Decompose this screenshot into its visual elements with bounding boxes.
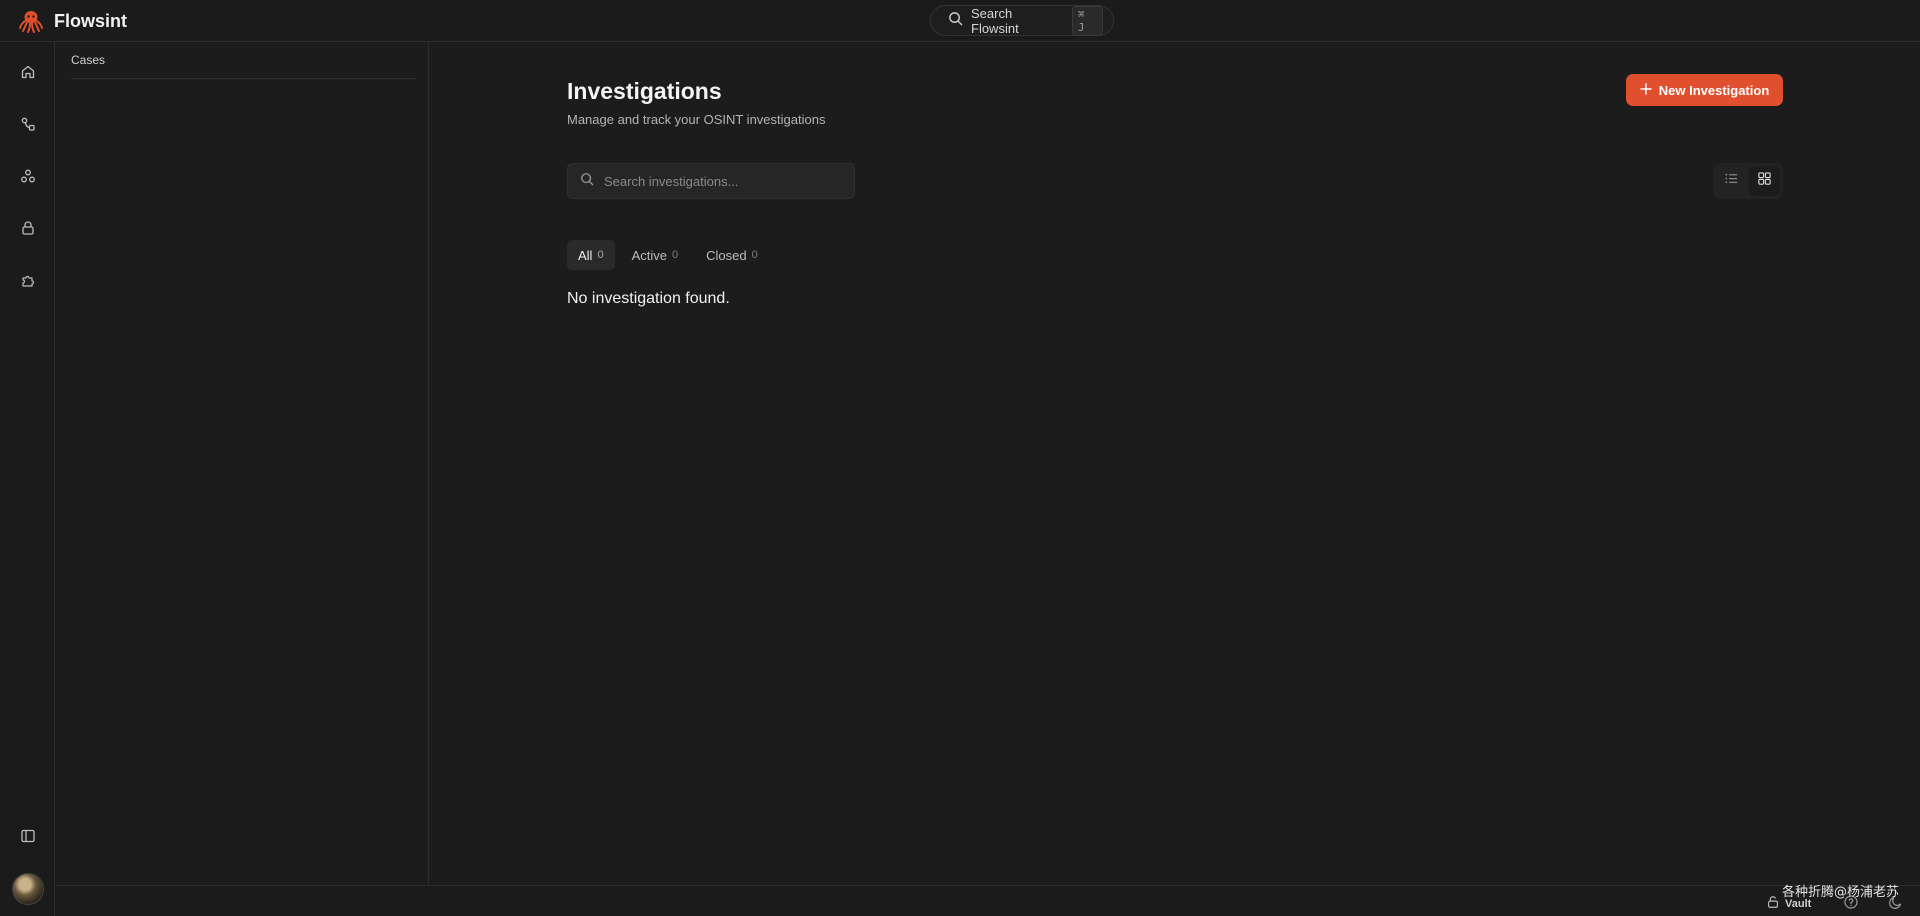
tab-count: 0 <box>671 249 679 261</box>
list-view-button[interactable] <box>1716 166 1747 196</box>
page-title: Investigations <box>567 78 722 104</box>
lock-icon <box>20 220 36 241</box>
vault-status-button[interactable]: Vault <box>1766 895 1811 912</box>
tab-label: All <box>578 247 593 263</box>
search-icon <box>948 11 963 31</box>
page-subtitle: Manage and track your OSINT investigatio… <box>567 112 826 127</box>
main-content: Investigations Manage and track your OSI… <box>430 42 1920 885</box>
search-icon <box>580 172 594 191</box>
flow-icon <box>20 116 36 137</box>
grid-view-button[interactable] <box>1749 166 1780 196</box>
tab-label: Closed <box>706 247 747 263</box>
app-name: Flowsint <box>54 10 127 31</box>
investigation-search-box <box>567 163 855 199</box>
rail-item-plugins[interactable] <box>12 266 44 298</box>
global-search-label: Search Flowsint <box>971 5 1019 36</box>
help-icon <box>1843 895 1859 914</box>
brand[interactable]: Flowsint <box>18 6 127 36</box>
plus-icon <box>1640 82 1652 98</box>
help-button[interactable] <box>1843 894 1859 910</box>
rail-item-flows[interactable] <box>12 110 44 142</box>
empty-state-message: No investigation found. <box>567 290 730 307</box>
tab-count: 0 <box>751 249 758 261</box>
keyboard-shortcut: ⌘ J <box>1071 5 1103 36</box>
cases-header: Cases <box>71 42 416 79</box>
tab-label: Active <box>631 247 667 263</box>
tab-count: 0 <box>597 249 604 261</box>
cases-panel: Cases <box>56 42 429 885</box>
investigation-search-input[interactable] <box>602 172 842 190</box>
octopus-logo-icon <box>18 8 44 34</box>
puzzle-icon <box>20 272 36 293</box>
vault-label: Vault <box>1785 897 1812 910</box>
global-search-button[interactable]: Search Flowsint ⌘ J <box>930 5 1114 36</box>
status-bar: 各种折腾@杨浦老苏 Vault <box>56 885 1920 916</box>
status-tabs: All 0 Active 0 Closed 0 <box>567 240 769 270</box>
view-toggle <box>1713 163 1783 199</box>
tab-active[interactable]: Active 0 <box>621 240 690 270</box>
rail-item-vault[interactable] <box>12 214 44 246</box>
panel-toggle-icon <box>20 828 36 849</box>
top-bar: Flowsint Search Flowsint ⌘ J <box>0 0 1920 42</box>
tab-closed[interactable]: Closed 0 <box>695 240 769 270</box>
rail-item-entities[interactable] <box>12 162 44 194</box>
app-root: Flowsint Search Flowsint ⌘ J Cases Inves… <box>0 0 1920 916</box>
grid-icon <box>1757 171 1772 191</box>
unlock-icon <box>1766 895 1780 912</box>
moon-icon <box>1888 896 1904 914</box>
theme-toggle-button[interactable] <box>1888 894 1904 910</box>
home-icon <box>20 64 36 85</box>
list-icon <box>1724 171 1739 191</box>
shapes-icon <box>20 168 36 189</box>
nav-rail <box>0 42 55 916</box>
new-investigation-button[interactable]: New Investigation <box>1626 74 1783 106</box>
new-investigation-label: New Investigation <box>1658 82 1770 98</box>
rail-item-home[interactable] <box>12 58 44 90</box>
sidebar-toggle-button[interactable] <box>12 822 44 854</box>
avatar[interactable] <box>12 873 44 905</box>
tab-all[interactable]: All 0 <box>567 240 615 270</box>
